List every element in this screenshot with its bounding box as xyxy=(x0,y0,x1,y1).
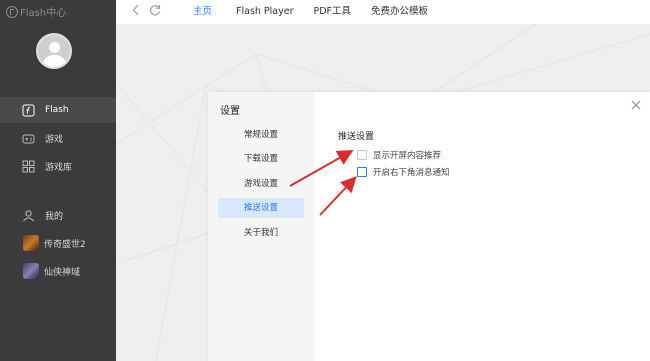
sidebar-item-label: 我的 xyxy=(45,211,64,222)
checkbox[interactable] xyxy=(357,150,367,160)
sidebar-item-label: 游戏 xyxy=(45,134,64,145)
sidebar-item-games[interactable]: 游戏 xyxy=(0,125,116,151)
settings-item-download[interactable]: 下载设置 xyxy=(218,149,304,169)
refresh-icon[interactable] xyxy=(149,4,161,20)
settings-dialog: 设置 常规设置 下载设置 游戏设置 推送设置 关于我们 推送设置 显示开屏内容推… xyxy=(208,92,650,361)
game-thumbnail xyxy=(23,235,39,251)
dialog-title: 设置 xyxy=(220,106,240,117)
flash-icon xyxy=(22,104,35,117)
settings-item-push[interactable]: 推送设置 xyxy=(218,198,304,218)
sidebar-item-game-library[interactable]: 游戏库 xyxy=(0,153,116,179)
settings-item-general[interactable]: 常规设置 xyxy=(218,125,304,145)
section-title: 推送设置 xyxy=(338,132,375,142)
grid-icon xyxy=(22,160,35,173)
app-logo-text: Flash中心 xyxy=(20,8,67,19)
sidebar-item-label: Flash xyxy=(45,105,69,115)
back-icon[interactable] xyxy=(132,4,140,20)
close-icon[interactable] xyxy=(630,99,642,111)
checkbox[interactable] xyxy=(357,167,367,177)
flash-logo-icon xyxy=(6,5,18,18)
sidebar-item-flash[interactable]: Flash xyxy=(0,97,116,123)
sidebar-item-mine[interactable]: 我的 xyxy=(0,202,116,228)
settings-item-about[interactable]: 关于我们 xyxy=(218,223,304,243)
sidebar-item-game-xianxia[interactable]: 仙侠神域 xyxy=(0,258,116,284)
top-nav-bar: 主页 Flash Player PDF工具 免费办公模板 xyxy=(116,0,650,24)
tab-pdf-tools[interactable]: PDF工具 xyxy=(304,0,362,24)
user-icon xyxy=(22,209,35,222)
sidebar-item-game-chuanqi[interactable]: 传奇盛世2 xyxy=(0,230,116,256)
tab-office-templates[interactable]: 免费办公模板 xyxy=(361,0,438,24)
app-logo: Flash中心 xyxy=(6,4,66,19)
gamepad-icon xyxy=(22,132,35,145)
option-label: 开启右下角消息通知 xyxy=(373,168,450,178)
sidebar-item-label: 仙侠神域 xyxy=(44,267,81,278)
sidebar-item-label: 游戏库 xyxy=(45,162,73,173)
settings-item-game[interactable]: 游戏设置 xyxy=(218,174,304,194)
game-thumbnail xyxy=(23,263,39,279)
tab-home[interactable]: 主页 xyxy=(183,0,222,24)
avatar[interactable] xyxy=(36,33,72,69)
sidebar: Flash中心 Flash 游戏 游戏库 我的 传奇盛世2 仙侠神域 xyxy=(0,0,116,361)
tab-flash-player[interactable]: Flash Player xyxy=(226,0,303,24)
option-label: 显示开屏内容推荐 xyxy=(373,151,442,161)
settings-sidebar: 设置 常规设置 下载设置 游戏设置 推送设置 关于我们 xyxy=(208,92,314,361)
sidebar-item-label: 传奇盛世2 xyxy=(44,239,86,250)
option-message-notification[interactable]: 开启右下角消息通知 xyxy=(357,166,450,178)
option-splash-recommend[interactable]: 显示开屏内容推荐 xyxy=(357,149,441,161)
